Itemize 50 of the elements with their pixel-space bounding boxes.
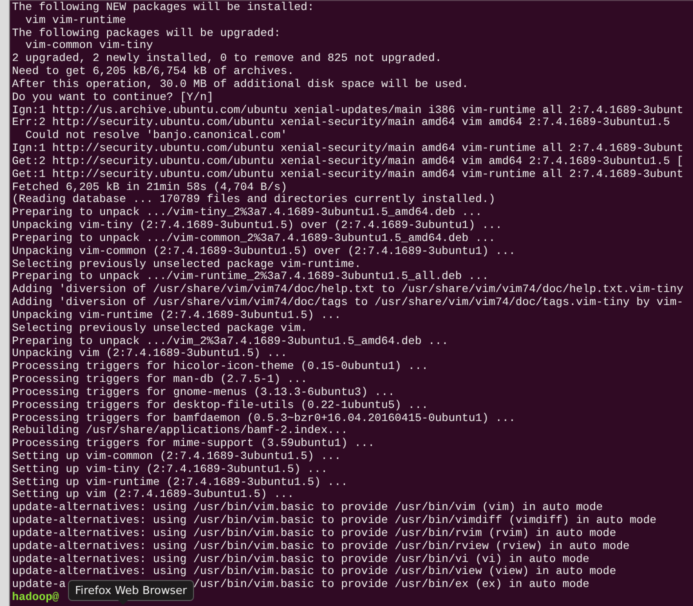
tooltip: Firefox Web Browser bbox=[68, 580, 194, 601]
terminal-line: vim vim-runtime bbox=[24, 14, 126, 28]
terminal-line: Err:2 http://security.ubuntu.com/ubuntu xenial-security/main amd64 vim amd64 2:7.4.1689-3ubuntu1.5 bbox=[12, 117, 670, 130]
terminal-line: Get:2 http://security.ubuntu.com/ubuntu xenial-security/main amd64 vim amd64 2:7.4.1689-3ubuntu1.5 [ bbox=[12, 156, 684, 168]
terminal-line: Processing triggers for mime-support (3.59ubuntu1) ... bbox=[12, 438, 375, 450]
terminal-line: Ign:1 http://us.archive.ubuntu.com/ubuntu xenial-updates/main i386 vim-runtime all 2:7.4.1689-3ubunt bbox=[12, 104, 684, 117]
terminal-line: After this operation, 30.0 MB of additional disk space will be used. bbox=[12, 78, 469, 92]
terminal-line: Preparing to unpack .../vim_2%3a7.4.1689-3ubuntu1.5_amd64.deb ... bbox=[12, 336, 448, 348]
terminal-line: Processing triggers for hicolor-icon-theme (0.15-0ubuntu1) ... bbox=[12, 361, 428, 374]
terminal-line: Processing triggers for desktop-file-utils (0.22-1ubuntu5) ... bbox=[12, 400, 428, 412]
terminal-line: The following packages will be upgraded: bbox=[12, 28, 281, 40]
terminal-line: Selecting previously unselected package vim-runtime. bbox=[12, 258, 362, 271]
terminal-line: Adding 'diversion of /usr/share/vim/vim74/doc/help.txt to /usr/share/vim/vim74/doc/help.txt.vim-tiny bbox=[12, 284, 684, 296]
terminal-line: update-alternatives: using /usr/bin/vim.basic to provide /usr/bin/rvim (rvim) in auto mode bbox=[12, 528, 616, 540]
terminal-line: Setting up vim-runtime (2:7.4.1689-3ubuntu1.5) ... bbox=[12, 476, 348, 489]
terminal-line: Fetched 6,205 kB in 21min 58s (4,704 B/s) bbox=[12, 182, 288, 194]
tooltip-arrow-icon bbox=[116, 598, 130, 606]
terminal-line: Unpacking vim-tiny (2:7.4.1689-3ubuntu1.5) over (2:7.4.1689-3ubuntu1) ... bbox=[12, 220, 502, 232]
terminal-line: Unpacking vim (2:7.4.1689-3ubuntu1.5) ... bbox=[12, 348, 288, 360]
terminal-line: update-a bbox=[12, 579, 66, 592]
terminal-line: Adding 'diversion of /usr/share/vim/vim74/doc/tags to /usr/share/vim/vim74/doc/tags.vim-tiny by vim- bbox=[12, 297, 684, 310]
terminal-line: Rebuilding /usr/share/applications/bamf-2.index... bbox=[12, 425, 348, 438]
terminal-line: Need to get 6,205 kB/6,754 kB of archives. bbox=[12, 66, 294, 78]
terminal-line: Setting up vim-tiny (2:7.4.1689-3ubuntu1.5) ... bbox=[12, 464, 328, 476]
terminal-line: Ign:1 http://security.ubuntu.com/ubuntu xenial-security/main amd64 vim-runtime all 2:7.4.1689-3ubunt bbox=[12, 143, 684, 156]
terminal-line: Processing triggers for man-db (2.7.5-1) ... bbox=[12, 374, 308, 386]
terminal-line: Preparing to unpack .../vim-tiny_2%3a7.4.1689-3ubuntu1.5_amd64.deb ... bbox=[12, 207, 482, 220]
terminal-line: Could not resolve 'banjo.canonical.com' bbox=[24, 130, 288, 142]
terminal-line: Setting up vim (2:7.4.1689-3ubuntu1.5) ... bbox=[12, 489, 294, 502]
terminal-line: update-alternatives: using /usr/bin/vim.basic to provide /usr/bin/view (view) in auto mode bbox=[12, 566, 616, 578]
terminal-line: Preparing to unpack .../vim-runtime_2%3a7.4.1689-3ubuntu1.5_all.deb ... bbox=[12, 271, 489, 284]
terminal-line: The following NEW packages will be installed: bbox=[12, 2, 314, 14]
terminal-line: Unpacking vim-common (2:7.4.1689-3ubuntu1.5) over (2:7.4.1689-3ubuntu1) ... bbox=[12, 246, 516, 258]
terminal-line: update-alternatives: using /usr/bin/vim.basic to provide /usr/bin/rview (rview) in auto mode bbox=[12, 540, 630, 554]
terminal-line: Preparing to unpack .../vim-common_2%3a7.4.1689-3ubuntu1.5_amd64.deb ... bbox=[12, 232, 496, 246]
terminal-line: Setting up vim-common (2:7.4.1689-3ubuntu1.5) ... bbox=[12, 450, 341, 464]
terminal-line: update-alternatives: using /usr/bin/vim.basic to provide /usr/bin/vim (vim) in auto mode bbox=[12, 502, 603, 514]
terminal-line: Get:1 http://security.ubuntu.com/ubuntu xenial-security/main amd64 vim-runtime all 2:7.4.1689-3ubunt bbox=[12, 168, 684, 182]
terminal-line: (Reading database ... 170789 files and directories currently installed.) bbox=[12, 194, 496, 206]
terminal-line: Selecting previously unselected package vim. bbox=[12, 322, 308, 336]
shell-prompt: hadoop@ bbox=[12, 592, 59, 605]
terminal-line: update-alternatives: using /usr/bin/vim.basic to provide /usr/bin/vi (vi) in auto mode bbox=[12, 554, 590, 566]
terminal-line: Unpacking vim-runtime (2:7.4.1689-3ubuntu1.5) ... bbox=[12, 310, 341, 322]
terminal-line: Processing triggers for gnome-menus (3.13.3-6ubuntu3) ... bbox=[12, 386, 395, 400]
terminal-line: update-alternatives: using /usr/bin/vim.basic to provide /usr/bin/vimdiff (vimdiff) in auto mode bbox=[12, 515, 657, 528]
terminal-line: vim-common vim-tiny bbox=[24, 40, 153, 52]
terminal-line: 2 upgraded, 2 newly installed, 0 to remove and 825 not upgraded. bbox=[12, 53, 442, 66]
terminal-line: /usr/bin/vim.basic to provide /usr/bin/ex (ex) in auto mode bbox=[193, 579, 590, 592]
terminal-line: Do you want to continue? [Y/n] bbox=[12, 92, 214, 104]
terminal-line: Processing triggers for bamfdaemon (0.5.3~bzr0+16.04.20160415-0ubuntu1) ... bbox=[12, 412, 516, 424]
